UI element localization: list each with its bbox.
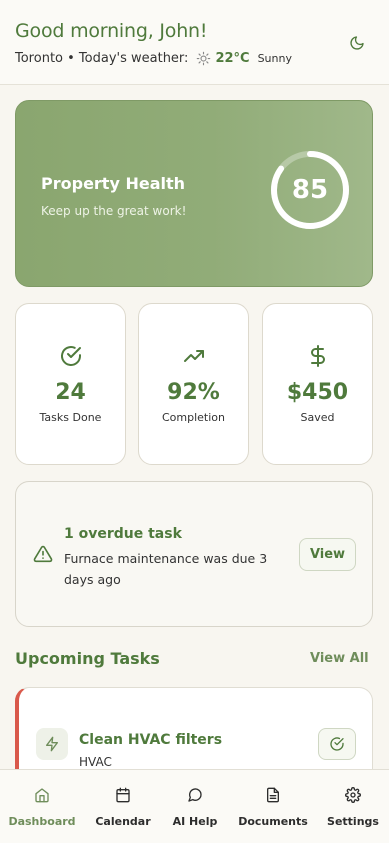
overdue-task-alert: 1 overdue task Furnace maintenance was d…: [15, 481, 373, 627]
theme-toggle-button[interactable]: [344, 30, 370, 56]
check-circle-icon: [16, 344, 125, 368]
overdue-title: 1 overdue task: [64, 526, 182, 542]
gear-icon: [345, 786, 361, 804]
stat-card-completion: 92% Completion: [138, 303, 249, 465]
app-header: Good morning, John! Toronto • Today's we…: [0, 0, 389, 85]
property-health-card[interactable]: Property Health Keep up the great work! …: [15, 100, 373, 287]
nav-label: Documents: [238, 815, 308, 828]
upcoming-tasks-heading: Upcoming Tasks: [15, 649, 160, 668]
greeting-title: Good morning, John!: [15, 20, 208, 42]
check-circle-icon: [330, 737, 344, 751]
task-title: Clean HVAC filters: [79, 732, 223, 748]
chat-icon: [187, 786, 203, 804]
trending-up-icon: [139, 344, 248, 368]
stat-card-saved: $450 Saved: [262, 303, 373, 465]
weather-location: Toronto • Today's weather:: [15, 51, 189, 66]
document-icon: [265, 786, 281, 804]
nav-item-settings[interactable]: Settings: [327, 770, 379, 843]
nav-label: AI Help: [172, 815, 218, 828]
nav-item-dashboard[interactable]: Dashboard: [8, 770, 76, 843]
task-category: HVAC: [79, 755, 112, 769]
view-all-link[interactable]: View All: [310, 651, 369, 666]
nav-item-ai-help[interactable]: AI Help: [170, 770, 220, 843]
health-score-value: 85: [291, 175, 329, 205]
nav-item-calendar[interactable]: Calendar: [95, 770, 151, 843]
sun-icon: [196, 51, 211, 66]
stat-label: Tasks Done: [39, 411, 102, 424]
home-icon: [34, 786, 50, 804]
lightning-icon: [36, 728, 68, 760]
stat-label: Saved: [300, 411, 335, 424]
weather-temperature: 22°C: [215, 51, 250, 66]
bottom-navigation: Dashboard Calendar AI Help Documents Set…: [0, 769, 389, 843]
stat-label: Completion: [161, 411, 225, 424]
weather-line: Toronto • Today's weather: 22°C Sunny: [15, 51, 292, 66]
dollar-icon: [263, 344, 372, 368]
stat-value: 24: [55, 380, 86, 405]
property-health-title: Property Health: [41, 174, 186, 193]
warning-icon: [33, 545, 53, 563]
stat-card-tasks-done: 24 Tasks Done: [15, 303, 126, 465]
nav-label: Calendar: [95, 815, 151, 828]
moon-icon: [350, 36, 364, 50]
calendar-icon: [115, 786, 131, 804]
weather-condition: Sunny: [257, 52, 292, 65]
nav-label: Dashboard: [8, 815, 76, 828]
stat-value: 92%: [167, 380, 220, 405]
nav-label: Settings: [327, 815, 379, 828]
property-health-subtitle: Keep up the great work!: [41, 204, 187, 218]
overdue-description: Furnace maintenance was due 3 days ago: [64, 551, 268, 587]
nav-item-documents[interactable]: Documents: [238, 770, 308, 843]
view-overdue-button[interactable]: View: [299, 538, 356, 571]
stat-value: $450: [286, 380, 349, 405]
complete-task-button[interactable]: [318, 728, 356, 760]
